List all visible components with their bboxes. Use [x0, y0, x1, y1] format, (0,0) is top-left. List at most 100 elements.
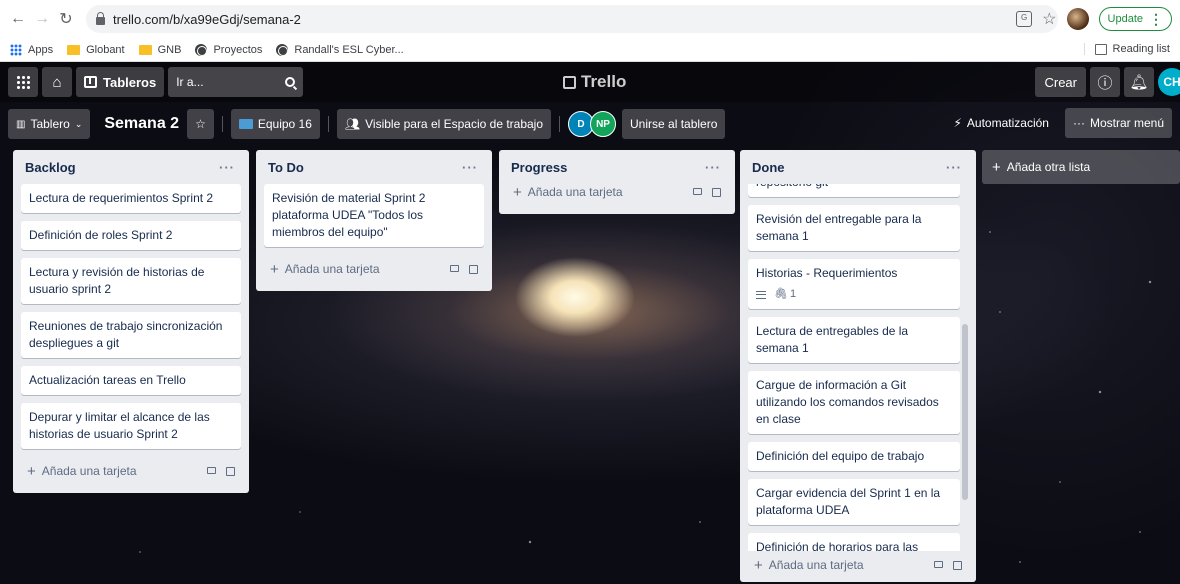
list-menu-icon[interactable]: ··· [219, 160, 235, 175]
bookmark-proyectos[interactable]: Proyectos [195, 43, 262, 56]
reading-list-button[interactable]: Reading list [1083, 43, 1170, 55]
card-template-icon[interactable] [712, 187, 721, 197]
search-placeholder: Ir a... [176, 75, 204, 89]
list-backlog: Backlog ··· Lectura de requerimientos Sp… [13, 150, 249, 493]
list-menu-icon[interactable]: ··· [705, 160, 721, 175]
card[interactable]: Revisión del entregable para la semana 1 [748, 205, 960, 251]
divider [327, 116, 329, 132]
trello-logo[interactable]: Trello [563, 72, 626, 92]
trello-header: ⌂ Tableros Ir a... Trello Crear ⓘ 🔔︎ CH [0, 62, 1180, 102]
home-icon: ⌂ [52, 73, 62, 91]
card-template-icon[interactable] [953, 560, 962, 570]
list-header[interactable]: Backlog ··· [21, 150, 241, 184]
member-avatar[interactable]: NP [590, 111, 617, 137]
add-card-button[interactable]: + Añada una tarjeta [264, 255, 484, 283]
team-button[interactable]: Equipo 16 [230, 109, 320, 139]
trello-board: ⌂ Tableros Ir a... Trello Crear ⓘ 🔔︎ CH … [0, 62, 1180, 584]
card[interactable]: Reuniones de trabajo sincronización desp… [21, 312, 241, 358]
card-badges: 🖇︎ 1 [756, 286, 952, 303]
translate-icon[interactable]: G [1016, 11, 1033, 27]
url-field[interactable]: trello.com/b/xa99eGdj/semana-2 [86, 5, 1058, 33]
bookmark-gnb[interactable]: GNB [138, 43, 182, 56]
list-title[interactable]: Progress [511, 160, 567, 175]
card[interactable]: Depurar y limitar el alcance de las hist… [21, 403, 241, 449]
join-board-button[interactable]: Unirse al tablero [622, 109, 726, 139]
apps-switcher-button[interactable] [8, 67, 38, 97]
board-members: D NP [568, 111, 617, 137]
divider [559, 116, 561, 132]
add-card-button[interactable]: + Añada una tarjeta [507, 178, 727, 206]
lock-icon [96, 11, 105, 25]
card[interactable]: Revisión de material Sprint 2 plataforma… [264, 184, 484, 247]
list-title[interactable]: Done [752, 160, 785, 175]
card-template-icon[interactable] [469, 264, 478, 274]
list-title[interactable]: Backlog [25, 160, 76, 175]
bookmark-star-icon[interactable]: ☆ [1042, 9, 1056, 29]
update-label: Update [1107, 13, 1143, 25]
boards-button[interactable]: Tableros [76, 67, 165, 97]
card[interactable]: Cargar evidencia del Sprint 1 en la plat… [748, 479, 960, 525]
visibility-button[interactable]: 👥︎ Visible para el Espacio de trabajo [336, 109, 552, 139]
bookmark-globant[interactable]: Globant [67, 44, 125, 56]
board-view-switcher[interactable]: ▥ Tablero ⌄ [8, 109, 91, 139]
automation-button[interactable]: ⚡︎ Automatización [945, 108, 1056, 138]
star-board-button[interactable]: ☆ [187, 109, 214, 139]
template-icon[interactable] [450, 264, 459, 272]
bell-icon: 🔔︎ [1129, 74, 1149, 91]
template-icon[interactable] [693, 187, 702, 195]
add-card-button[interactable]: + Añada una tarjeta [748, 551, 968, 579]
reading-list-label: Reading list [1112, 43, 1170, 55]
bookmark-randalls[interactable]: Randall's ESL Cyber... [276, 43, 404, 56]
card[interactable]: Actualización tareas en Trello [21, 366, 241, 395]
template-icon[interactable] [934, 560, 943, 568]
card[interactable]: Definición del equipo de trabajo [748, 442, 960, 471]
card[interactable]: Lectura y revisión de historias de usuar… [21, 258, 241, 304]
join-label: Unirse al tablero [630, 117, 718, 131]
add-card-button[interactable]: + Añada una tarjeta [21, 457, 241, 485]
plus-icon: + [513, 183, 522, 201]
team-label: Equipo 16 [257, 117, 312, 131]
folder-icon [138, 44, 152, 55]
list-header[interactable]: Done ··· [748, 150, 968, 184]
forward-icon[interactable]: → [30, 10, 54, 28]
bookmark-apps[interactable]: Apps [10, 43, 54, 56]
bookmarks-bar: Apps Globant GNB Proyectos Randall's ESL… [0, 38, 1180, 62]
url-text: trello.com/b/xa99eGdj/semana-2 [113, 11, 301, 27]
show-menu-button[interactable]: ··· Mostrar menú [1064, 108, 1172, 138]
profile-avatar[interactable] [1066, 8, 1089, 30]
template-icon[interactable] [207, 466, 216, 474]
search-input[interactable]: Ir a... [168, 67, 304, 97]
visibility-label: Visible para el Espacio de trabajo [365, 117, 544, 131]
board-title[interactable]: Semana 2 [98, 115, 187, 133]
globe-icon [276, 43, 289, 56]
add-list-button[interactable]: + Añada otra lista [982, 150, 1180, 184]
card[interactable]: Definición de horarios para las reunione… [748, 533, 960, 551]
bookmark-label: Apps [28, 43, 54, 56]
list-menu-icon[interactable]: ··· [946, 160, 962, 175]
card[interactable]: Historias - Requerimientos 🖇︎ 1 [748, 259, 960, 309]
info-button[interactable]: ⓘ [1090, 67, 1120, 97]
list-header[interactable]: To Do ··· [264, 150, 484, 184]
bookmark-label: GNB [157, 43, 182, 56]
card[interactable]: Definición de roles Sprint 2 [21, 221, 241, 250]
list-cards-scroll[interactable]: repositorio git Revisión del entregable … [748, 184, 968, 551]
reload-icon[interactable]: ↻ [54, 9, 78, 29]
notifications-button[interactable]: 🔔︎ [1124, 67, 1154, 97]
update-button[interactable]: Update ⋮ [1098, 7, 1172, 31]
user-initials: CH [1163, 75, 1180, 89]
list-scrollbar[interactable] [962, 324, 968, 500]
card[interactable]: repositorio git [748, 184, 960, 197]
user-avatar[interactable]: CH [1158, 68, 1180, 96]
lightning-icon: ⚡︎ [953, 116, 962, 130]
reading-list-icon [1094, 43, 1107, 55]
home-button[interactable]: ⌂ [42, 67, 72, 97]
back-icon[interactable]: ← [6, 10, 30, 28]
card[interactable]: Lectura de requerimientos Sprint 2 [21, 184, 241, 213]
list-title[interactable]: To Do [268, 160, 304, 175]
card[interactable]: Cargue de información a Git utilizando l… [748, 371, 960, 434]
list-menu-icon[interactable]: ··· [462, 160, 478, 175]
card[interactable]: Lectura de entregables de la semana 1 [748, 317, 960, 363]
card-template-icon[interactable] [226, 466, 235, 476]
create-button[interactable]: Crear [1035, 67, 1086, 97]
boards-label: Tableros [103, 74, 157, 90]
